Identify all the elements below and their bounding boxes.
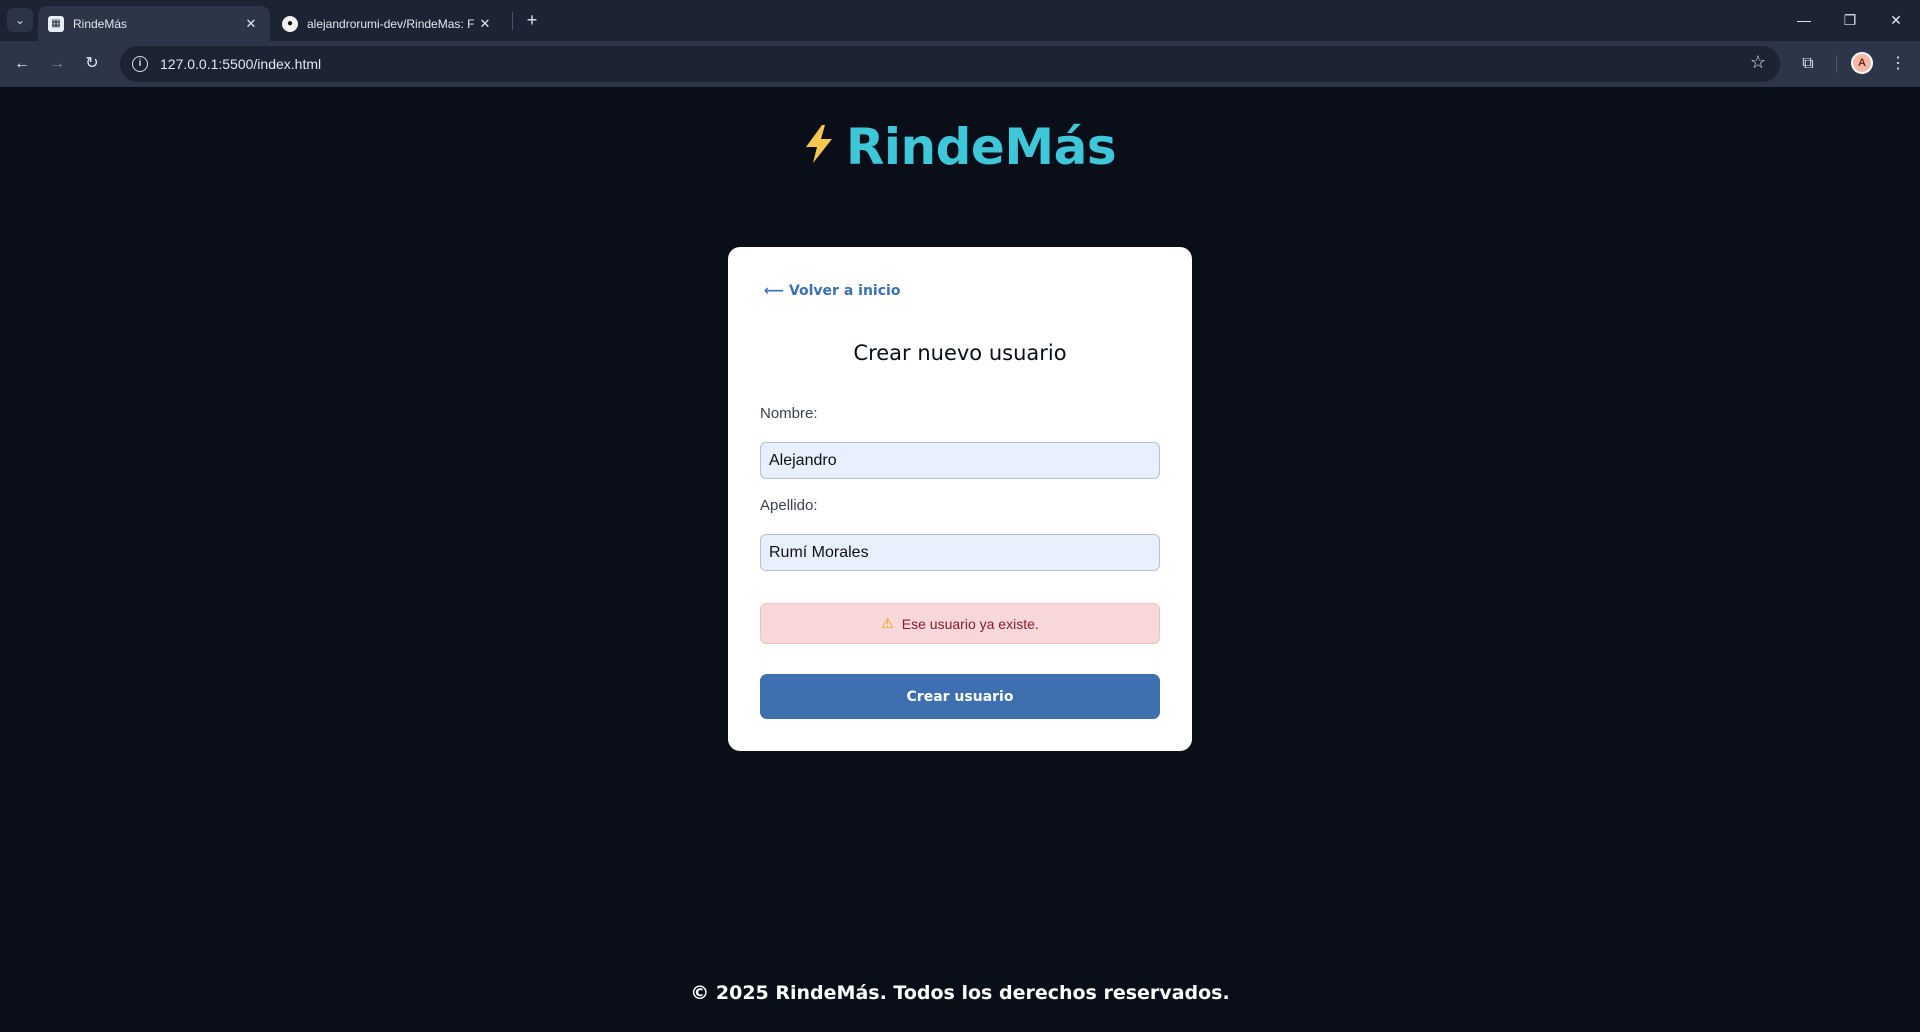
profile-avatar[interactable]: A bbox=[1851, 52, 1873, 74]
browser-tab-active[interactable]: ▦ RindeMás ✕ bbox=[38, 6, 270, 41]
browser-toolbar: ← → ↻ i 127.0.0.1:5500/index.html ☆ ⧉ ⋮ bbox=[0, 41, 1920, 87]
form-title: Crear nuevo usuario bbox=[853, 341, 1067, 365]
create-user-button[interactable]: Crear usuario bbox=[760, 674, 1160, 719]
create-user-card: ⟵ Volver a inicio Crear nuevo usuario No… bbox=[728, 247, 1192, 751]
restore-icon[interactable]: ❐ bbox=[1830, 6, 1870, 34]
address-bar[interactable]: i 127.0.0.1:5500/index.html ☆ bbox=[120, 46, 1780, 82]
reload-icon[interactable]: ↻ bbox=[78, 50, 106, 78]
tab-title: alejandrorumi-dev/RindeMas: F bbox=[307, 16, 475, 31]
error-message: Ese usuario ya existe. bbox=[901, 615, 1039, 632]
forward-arrow-icon[interactable]: → bbox=[43, 50, 71, 78]
page-footer: © 2025 RindeMás. Todos los derechos rese… bbox=[690, 982, 1230, 1004]
tab-close-icon[interactable]: ✕ bbox=[242, 15, 260, 33]
warning-icon: ⚠ bbox=[881, 615, 894, 631]
browser-tab-strip: ⌄ ▦ RindeMás ✕ ● alejandrorumi-dev/Rinde… bbox=[0, 0, 1920, 41]
back-arrow-icon[interactable]: ← bbox=[8, 50, 36, 78]
browser-tab[interactable]: ● alejandrorumi-dev/RindeMas: F ✕ bbox=[272, 6, 504, 41]
last-name-input[interactable] bbox=[760, 534, 1160, 571]
first-name-label: Nombre: bbox=[760, 405, 818, 422]
toolbar-divider bbox=[1836, 55, 1837, 73]
extensions-icon[interactable]: ⧉ bbox=[1794, 50, 1822, 78]
error-alert: ⚠ Ese usuario ya existe. bbox=[760, 603, 1160, 644]
tab-divider bbox=[512, 12, 513, 30]
brand-header: RindeMás bbox=[0, 118, 1920, 176]
brand-name: RindeMás bbox=[845, 118, 1117, 176]
window-close-icon[interactable]: ✕ bbox=[1876, 6, 1916, 34]
tab-search-button[interactable]: ⌄ bbox=[7, 8, 33, 32]
first-name-input[interactable] bbox=[760, 442, 1160, 479]
new-tab-button[interactable]: + bbox=[520, 8, 544, 32]
site-info-icon[interactable]: i bbox=[132, 56, 148, 72]
tab-close-icon[interactable]: ✕ bbox=[476, 15, 494, 33]
back-to-home-link[interactable]: ⟵ Volver a inicio bbox=[764, 283, 900, 299]
tab-title: RindeMás bbox=[73, 16, 128, 31]
url-text: 127.0.0.1:5500/index.html bbox=[160, 56, 322, 72]
github-icon: ● bbox=[282, 15, 298, 32]
bookmark-star-icon[interactable]: ☆ bbox=[1750, 52, 1766, 73]
menu-dots-icon[interactable]: ⋮ bbox=[1884, 50, 1912, 78]
bolt-icon bbox=[804, 124, 834, 170]
page-favicon-icon: ▦ bbox=[48, 15, 64, 32]
last-name-label: Apellido: bbox=[760, 497, 818, 514]
minimize-icon[interactable]: — bbox=[1784, 6, 1824, 34]
